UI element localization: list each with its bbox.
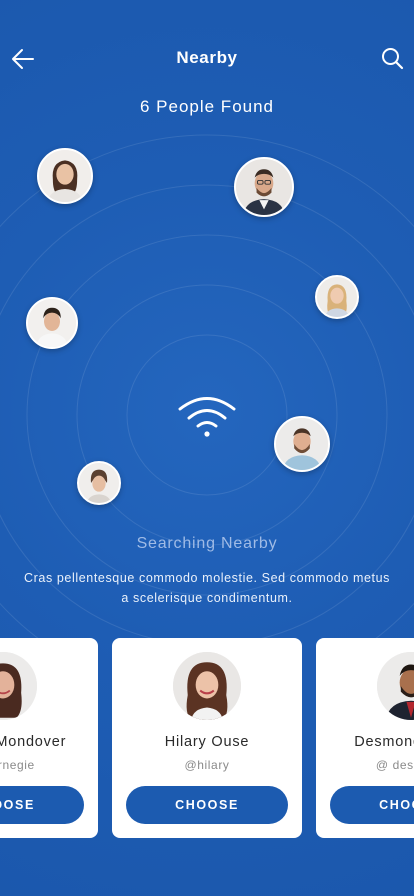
search-icon[interactable] (380, 46, 404, 70)
radar-avatar-person[interactable] (234, 157, 294, 217)
page-title: Nearby (176, 48, 238, 67)
person-photo-icon (0, 652, 37, 720)
choose-button[interactable]: CHOOSE (330, 786, 414, 824)
card-name: Tommy Mondover (0, 734, 67, 750)
person-photo-icon (236, 159, 292, 215)
card-handle: @ desmond (375, 758, 414, 772)
person-photo-icon (79, 463, 119, 503)
nearby-screen: Nearby 6 People Found Searching Nearby C… (0, 0, 414, 896)
person-photo-icon (276, 418, 328, 470)
person-photo-icon (317, 277, 357, 317)
person-photo-icon (39, 150, 91, 202)
person-photo-icon (377, 652, 414, 720)
card-avatar (0, 652, 37, 720)
searching-status: Searching Nearby (136, 535, 278, 552)
radar-avatar-person[interactable] (77, 461, 121, 505)
searching-description: Cras pellentesque commodo molestie. Sed … (24, 571, 390, 605)
card-handle: @carnegie (0, 758, 35, 772)
card-handle: @hilary (184, 758, 230, 772)
choose-button[interactable]: CHOOSE (0, 786, 84, 824)
radar-avatar-person[interactable] (37, 148, 93, 204)
person-card[interactable]: Desmond Eagle @ desmond CHOOSE (316, 638, 414, 838)
people-found-count: 6 People Found (139, 97, 275, 116)
radar-avatar-person[interactable] (274, 416, 330, 472)
card-avatar (377, 652, 414, 720)
wifi-icon (178, 397, 236, 437)
radar-avatar-person[interactable] (26, 297, 78, 349)
person-photo-icon (173, 652, 241, 720)
person-photo-icon (28, 299, 76, 347)
card-avatar (173, 652, 241, 720)
choose-button[interactable]: CHOOSE (126, 786, 288, 824)
card-name: Hilary Ouse (164, 734, 250, 750)
person-card[interactable]: Hilary Ouse @hilary CHOOSE (112, 638, 302, 838)
card-name: Desmond Eagle (354, 734, 414, 750)
radar-avatar-person[interactable] (315, 275, 359, 319)
person-card[interactable]: Tommy Mondover @carnegie CHOOSE (0, 638, 98, 838)
